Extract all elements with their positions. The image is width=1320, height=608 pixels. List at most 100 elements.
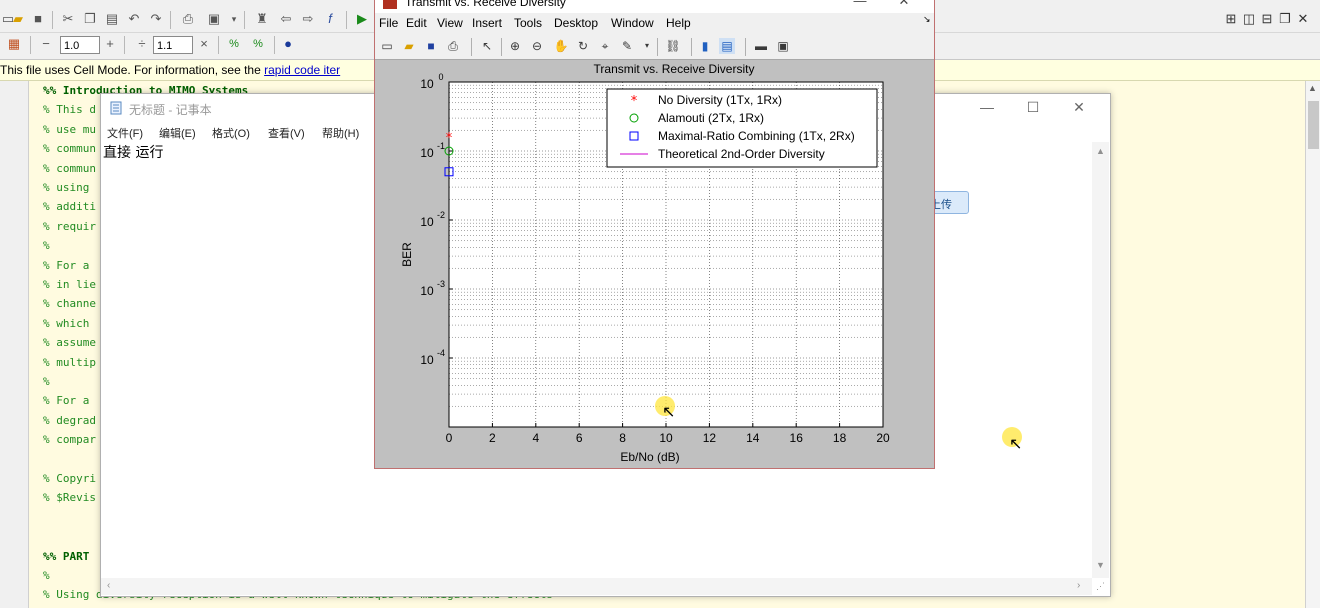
rotate-3d-icon[interactable]: ↻ bbox=[575, 38, 591, 54]
menu-help[interactable]: Help bbox=[666, 16, 691, 30]
pan-hand-icon[interactable]: ✋ bbox=[553, 38, 569, 54]
zoom-minus-button[interactable]: − bbox=[38, 36, 54, 52]
menu-help[interactable]: 帮助(H) bbox=[322, 125, 359, 141]
notepad-horizontal-scrollbar[interactable]: ‹ › bbox=[101, 578, 1092, 595]
copy-icon[interactable]: ❐ bbox=[82, 11, 98, 27]
zoom-plus-button[interactable]: + bbox=[102, 36, 118, 52]
x-tick-label: 0 bbox=[446, 431, 453, 445]
run-icon[interactable]: ▶ bbox=[354, 11, 370, 27]
redo-icon[interactable]: ↷ bbox=[148, 11, 164, 27]
show-plot-tools-icon[interactable]: ▣ bbox=[775, 38, 791, 54]
figure-close-button[interactable]: ✕ bbox=[882, 0, 926, 9]
notepad-maximize-button[interactable]: ☐ bbox=[1010, 99, 1056, 116]
scroll-up-icon[interactable]: ▲ bbox=[1308, 83, 1317, 93]
open-folder-icon[interactable]: ▰ bbox=[10, 11, 26, 27]
editor-vertical-scrollbar[interactable]: ▲ bbox=[1305, 81, 1320, 608]
menu-view[interactable]: 查看(V) bbox=[268, 125, 305, 141]
undo-icon[interactable]: ↶ bbox=[126, 11, 142, 27]
zoom-in-icon[interactable]: ⊕ bbox=[507, 38, 523, 54]
scrollbar-thumb[interactable] bbox=[1308, 101, 1319, 149]
x-tick-label: 20 bbox=[876, 431, 890, 445]
notepad-title: 无标题 - 记事本 bbox=[129, 103, 212, 117]
cut-icon[interactable]: ✂ bbox=[60, 11, 76, 27]
open-file-icon[interactable]: ▰ bbox=[401, 38, 417, 54]
forward-arrow-icon[interactable]: ⇨ bbox=[300, 11, 316, 27]
notepad-minimize-button[interactable]: — bbox=[964, 99, 1010, 115]
menu-tools[interactable]: Tools bbox=[514, 16, 542, 30]
x-axis-label: Eb/No (dB) bbox=[620, 450, 679, 464]
x-tick-label: 14 bbox=[746, 431, 760, 445]
back-arrow-icon[interactable]: ⇦ bbox=[278, 11, 294, 27]
cell-mode-text: This file uses Cell Mode. For informatio… bbox=[0, 63, 265, 77]
insert-legend-icon[interactable]: ▤ bbox=[719, 38, 735, 54]
menu-insert[interactable]: Insert bbox=[472, 16, 502, 30]
legend-entry: No Diversity (1Tx, 1Rx) bbox=[658, 93, 782, 107]
toolbar-separator bbox=[52, 11, 53, 29]
menu-edit[interactable]: Edit bbox=[406, 16, 427, 30]
dropdown-arrow-icon[interactable]: ▾ bbox=[226, 11, 242, 27]
close-editor-icon[interactable]: ✕ bbox=[1294, 11, 1312, 27]
menu-file[interactable]: File bbox=[379, 16, 398, 30]
code-line: % which bbox=[43, 316, 90, 330]
cell-percent-advance-icon[interactable]: % bbox=[250, 36, 266, 52]
publish-icon[interactable]: ▣ bbox=[206, 11, 222, 27]
find-binoculars-icon[interactable]: ♜ bbox=[254, 11, 270, 27]
new-figure-icon[interactable]: ▭ bbox=[379, 38, 395, 54]
legend-entry: Theoretical 2nd-Order Diversity bbox=[658, 147, 825, 161]
zoom-multiply-button[interactable]: × bbox=[196, 36, 212, 52]
paste-icon[interactable]: ▤ bbox=[104, 11, 120, 27]
menu-edit[interactable]: 编辑(E) bbox=[159, 125, 196, 141]
code-line: % assume bbox=[43, 336, 96, 350]
legend-marker: * bbox=[631, 94, 638, 109]
legend-entry: Alamouti (2Tx, 1Rx) bbox=[658, 111, 764, 125]
scroll-up-icon[interactable]: ▲ bbox=[1096, 146, 1105, 156]
figure-minimize-button[interactable]: — bbox=[838, 0, 882, 8]
menu-format[interactable]: 格式(O) bbox=[212, 125, 250, 141]
scroll-down-icon[interactable]: ▼ bbox=[1096, 560, 1105, 570]
x-tick-label: 18 bbox=[833, 431, 847, 445]
cell-value-input-2[interactable]: 1.1 bbox=[153, 36, 193, 54]
tile-columns-icon[interactable]: ◫ bbox=[1240, 11, 1258, 27]
brush-dropdown-icon[interactable]: ▾ bbox=[639, 38, 655, 54]
hide-plot-tools-icon[interactable]: ▬ bbox=[753, 38, 769, 54]
cell-value-input-1[interactable]: 1.0 bbox=[60, 36, 100, 54]
scroll-left-icon[interactable]: ‹ bbox=[107, 580, 110, 591]
tile-grid-icon[interactable]: ⊞ bbox=[1222, 11, 1240, 27]
toolbar-separator bbox=[691, 38, 692, 56]
info-icon[interactable]: ● bbox=[280, 36, 296, 52]
save-figure-icon[interactable]: ■ bbox=[423, 38, 439, 54]
notepad-close-button[interactable]: ✕ bbox=[1056, 99, 1102, 116]
function-fx-icon[interactable]: f bbox=[322, 11, 338, 27]
print-icon[interactable]: ⎙ bbox=[180, 11, 196, 27]
dock-arrow-icon[interactable]: ↘ bbox=[923, 14, 931, 25]
insert-colorbar-icon[interactable]: ▮ bbox=[697, 38, 713, 54]
cell-percent-icon[interactable]: % bbox=[226, 36, 242, 52]
menu-desktop[interactable]: Desktop bbox=[554, 16, 598, 30]
y-tick-exponent: -1 bbox=[437, 141, 445, 151]
x-tick-label: 12 bbox=[703, 431, 717, 445]
x-tick-label: 10 bbox=[659, 431, 673, 445]
scroll-right-icon[interactable]: › bbox=[1077, 580, 1080, 591]
resize-grip-icon[interactable]: ⋰ bbox=[1092, 578, 1109, 595]
float-window-icon[interactable]: ❐ bbox=[1276, 11, 1294, 27]
code-line: % use mu bbox=[43, 122, 96, 136]
tile-rows-icon[interactable]: ⊟ bbox=[1258, 11, 1276, 27]
save-icon[interactable]: ■ bbox=[30, 11, 46, 27]
edit-plot-arrow-icon[interactable]: ↖ bbox=[479, 38, 495, 54]
menu-file[interactable]: 文件(F) bbox=[107, 125, 143, 141]
data-cursor-icon[interactable]: ⌖ bbox=[597, 38, 613, 54]
cell-icon[interactable]: ▦ bbox=[6, 36, 22, 52]
y-axis-label: BER bbox=[400, 242, 414, 267]
brush-icon[interactable]: ✎ bbox=[619, 38, 635, 54]
notepad-vertical-scrollbar[interactable]: ▲ ▼ bbox=[1092, 142, 1109, 578]
code-line: % degrad bbox=[43, 413, 96, 427]
code-line: % requir bbox=[43, 219, 96, 233]
rapid-code-iteration-link[interactable]: rapid code iter bbox=[264, 63, 340, 77]
figure-title-bar[interactable]: Transmit vs. Receive Diversity — ✕ bbox=[375, 0, 934, 13]
menu-window[interactable]: Window bbox=[611, 16, 654, 30]
zoom-divide-button[interactable]: ÷ bbox=[134, 36, 150, 52]
link-plot-icon[interactable]: ⛓ bbox=[665, 38, 681, 54]
print-figure-icon[interactable]: ⎙ bbox=[445, 38, 461, 54]
zoom-out-icon[interactable]: ⊖ bbox=[529, 38, 545, 54]
menu-view[interactable]: View bbox=[437, 16, 463, 30]
